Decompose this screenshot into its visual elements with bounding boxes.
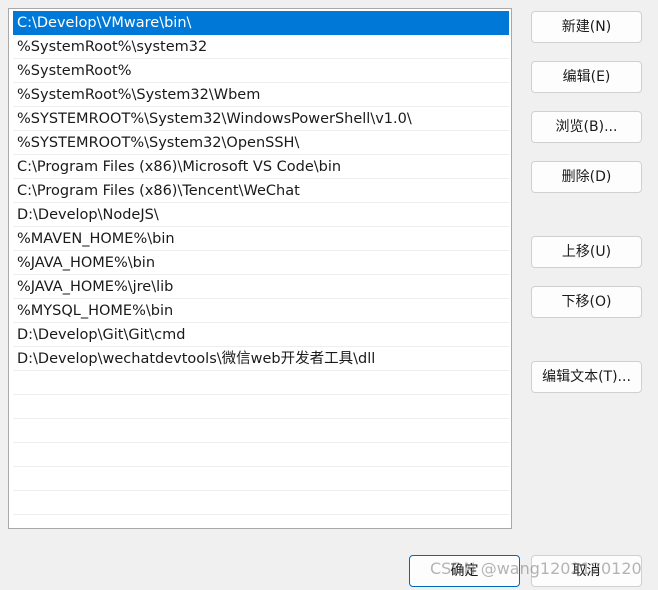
path-entry-row[interactable]: %SystemRoot%\System32\Wbem	[13, 83, 509, 107]
path-entry-row[interactable]: %JAVA_HOME%\jre\lib	[13, 275, 509, 299]
edit-button[interactable]: 编辑(E)	[531, 61, 642, 93]
path-entry-row[interactable]: %JAVA_HOME%\bin	[13, 251, 509, 275]
move-up-button[interactable]: 上移(U)	[531, 236, 642, 268]
path-entry-row[interactable]: D:\Develop\NodeJS\	[13, 203, 509, 227]
path-entry-row[interactable]: C:\Program Files (x86)\Microsoft VS Code…	[13, 155, 509, 179]
cancel-button[interactable]: 取消	[531, 555, 642, 587]
path-entry-row[interactable]: %MYSQL_HOME%\bin	[13, 299, 509, 323]
empty-row[interactable]	[13, 395, 509, 419]
empty-row[interactable]	[13, 443, 509, 467]
new-button[interactable]: 新建(N)	[531, 11, 642, 43]
path-entry-row[interactable]: %SYSTEMROOT%\System32\WindowsPowerShell\…	[13, 107, 509, 131]
move-down-button[interactable]: 下移(O)	[531, 286, 642, 318]
path-list[interactable]: C:\Develop\VMware\bin\ %SystemRoot%\syste…	[8, 8, 512, 529]
empty-row[interactable]	[13, 467, 509, 491]
path-entry-row[interactable]: %MAVEN_HOME%\bin	[13, 227, 509, 251]
path-entry-row[interactable]: %SystemRoot%\system32	[13, 35, 509, 59]
empty-row[interactable]	[13, 419, 509, 443]
delete-button[interactable]: 删除(D)	[531, 161, 642, 193]
empty-row[interactable]	[13, 491, 509, 515]
path-entry-row[interactable]: C:\Develop\VMware\bin\	[13, 11, 509, 35]
edit-text-button[interactable]: 编辑文本(T)...	[531, 361, 642, 393]
path-entry-row[interactable]: %SystemRoot%	[13, 59, 509, 83]
path-entry-row[interactable]: D:\Develop\wechatdevtools\微信web开发者工具\dll	[13, 347, 509, 371]
browse-button[interactable]: 浏览(B)...	[531, 111, 642, 143]
ok-button[interactable]: 确定	[409, 555, 520, 587]
empty-row[interactable]	[13, 371, 509, 395]
path-entry-row[interactable]: C:\Program Files (x86)\Tencent\WeChat	[13, 179, 509, 203]
path-entry-row[interactable]: %SYSTEMROOT%\System32\OpenSSH\	[13, 131, 509, 155]
path-entry-row[interactable]: D:\Develop\Git\Git\cmd	[13, 323, 509, 347]
